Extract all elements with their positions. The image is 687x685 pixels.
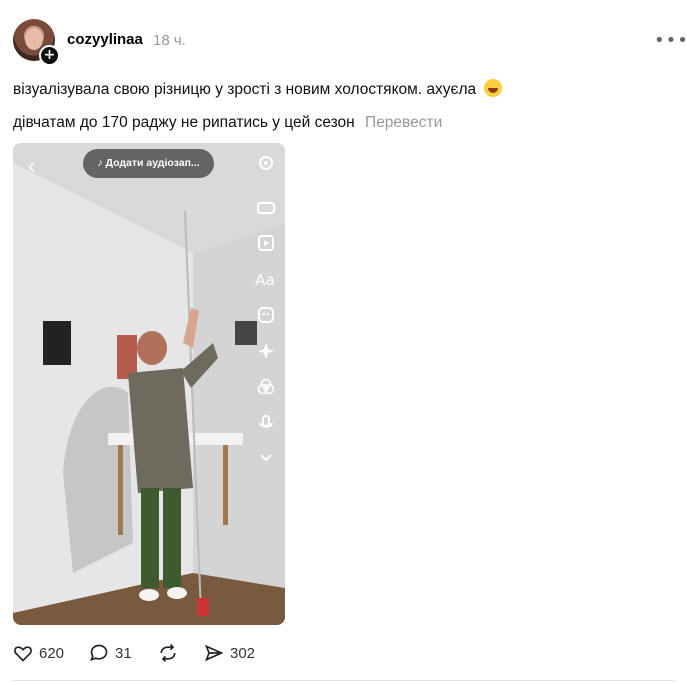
laughing-emoji-icon (484, 79, 503, 97)
poster-right (235, 321, 257, 345)
follow-plus-icon[interactable]: + (39, 45, 60, 66)
person-leg (163, 488, 181, 588)
aspect-ratio-icon[interactable] (256, 198, 278, 220)
comment-count: 31 (115, 644, 132, 662)
share-count: 302 (230, 644, 256, 662)
person-sock (139, 589, 159, 601)
table-leg (118, 445, 123, 535)
person-shirt (128, 368, 193, 493)
person-head (137, 331, 167, 365)
more-options-icon[interactable]: ••• (654, 30, 687, 51)
add-audio-button[interactable]: ♪ Додати аудіозап... (83, 149, 214, 178)
post-time: 18 ч. (153, 32, 186, 49)
voice-icon[interactable] (256, 413, 278, 435)
chevron-down-icon[interactable] (256, 447, 278, 469)
person-leg (141, 488, 159, 588)
avatar[interactable]: + (13, 19, 60, 66)
comment-icon (90, 644, 108, 662)
text-icon[interactable]: Aa (254, 269, 276, 291)
pole-base (197, 598, 209, 616)
back-chevron-icon[interactable]: ‹ (27, 155, 36, 180)
poster-left (43, 321, 71, 365)
send-icon (205, 644, 224, 662)
divider (13, 680, 674, 681)
like-button[interactable]: 620 (13, 643, 64, 663)
share-button[interactable]: 302 (204, 643, 255, 663)
translate-link[interactable]: Перевести (365, 114, 442, 131)
post-text-line1-content: візуалізувала свою різницю у зрості з но… (13, 81, 477, 98)
effects-icon[interactable] (256, 341, 278, 363)
post-text-line2-content: дівчатам до 170 раджу не рипатись у цей … (13, 114, 355, 131)
avatar-face (25, 28, 43, 50)
username[interactable]: cozyylinaa (67, 31, 143, 48)
repost-icon (160, 644, 176, 662)
filters-icon[interactable] (256, 377, 278, 399)
sticker-icon[interactable] (256, 305, 278, 327)
post-text-line2: дівчатам до 170 раджу не рипатись у цей … (13, 114, 442, 132)
media-icon[interactable] (256, 233, 278, 255)
heart-icon (14, 646, 32, 662)
poster-middle (117, 335, 137, 379)
repost-button[interactable] (158, 643, 178, 663)
settings-icon[interactable] (256, 153, 278, 175)
table-leg (223, 445, 228, 525)
comment-button[interactable]: 31 (89, 643, 132, 663)
like-count: 620 (39, 644, 65, 662)
video-scene (13, 143, 285, 625)
video-preview[interactable]: ‹ ♪ Додати аудіозап... Aa (13, 143, 285, 625)
person-sock (167, 587, 187, 599)
post-text-line1: візуалізувала свою різницю у зрості з но… (13, 79, 503, 99)
